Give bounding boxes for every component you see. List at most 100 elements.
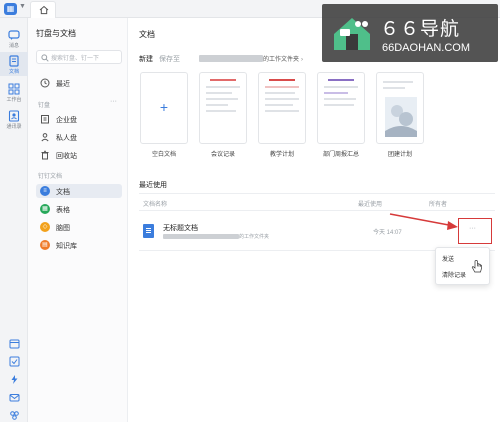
user-folder-icon bbox=[41, 133, 49, 142]
rail-bottom-more[interactable] bbox=[0, 410, 28, 421]
page-title: 文档 bbox=[139, 30, 155, 39]
rail-bottom-ding[interactable] bbox=[0, 374, 28, 385]
sidebar-item-private-drive[interactable]: 私人盘 bbox=[36, 130, 122, 144]
template-teaching-plan[interactable]: 教学计划 bbox=[258, 72, 306, 158]
rail-label: 工作台 bbox=[6, 97, 22, 103]
annotation-highlight-box bbox=[458, 218, 492, 244]
menu-item-send[interactable]: 发送 bbox=[442, 254, 454, 263]
sidebar-item-label: 知识库 bbox=[56, 243, 77, 250]
sidebar-item-label: 私人盘 bbox=[56, 135, 77, 142]
column-header-name[interactable]: 文档名称 bbox=[143, 199, 167, 208]
rail-item-docs[interactable]: 文档 bbox=[0, 52, 28, 76]
template-card bbox=[258, 72, 306, 144]
template-team-building[interactable]: 团建计划 bbox=[376, 72, 424, 158]
sidebar-item-recent[interactable]: 最近 bbox=[36, 76, 122, 90]
template-preview-line bbox=[324, 92, 348, 94]
rail-bottom-calendar[interactable] bbox=[0, 338, 28, 349]
home-icon bbox=[39, 5, 49, 15]
sidebar-item-label: 企业盘 bbox=[56, 117, 77, 124]
sidebar-group-docs: 钉钉文档 bbox=[38, 174, 63, 180]
rail-bottom-mail[interactable] bbox=[0, 392, 28, 403]
search-input[interactable]: 搜索钉盘、钉一下 bbox=[36, 50, 122, 64]
calendar-icon bbox=[9, 339, 19, 349]
save-location-text: 的工作文件夹 bbox=[263, 57, 300, 63]
contacts-icon bbox=[8, 110, 20, 122]
template-name: 会议记录 bbox=[210, 152, 235, 158]
template-preview-line bbox=[265, 110, 299, 112]
divider bbox=[139, 193, 495, 194]
template-preview-line bbox=[324, 98, 356, 100]
row-doc-name[interactable]: 无标题文档 bbox=[163, 223, 198, 233]
mail-icon bbox=[9, 394, 19, 402]
sidebar-item-label: 文档 bbox=[56, 189, 70, 196]
template-blank[interactable]: + 空白文档 bbox=[140, 72, 188, 158]
template-preview-line bbox=[206, 86, 240, 88]
sidebar-item-docs[interactable]: ≡ 文档 bbox=[36, 184, 122, 198]
mindmap-type-icon: ◇ bbox=[40, 222, 50, 232]
template-name: 团建计划 bbox=[387, 152, 412, 158]
new-label: 新建 bbox=[139, 56, 153, 63]
search-icon bbox=[41, 54, 49, 62]
sidebar-item-sheets[interactable]: ▦ 表格 bbox=[36, 202, 122, 216]
plus-icon: + bbox=[159, 99, 169, 115]
building-icon bbox=[41, 115, 49, 124]
template-card bbox=[199, 72, 247, 144]
sidebar-item-label: 回收站 bbox=[56, 153, 77, 160]
apps-icon bbox=[9, 411, 19, 420]
template-name: 教学计划 bbox=[269, 152, 294, 158]
sidebar-item-label: 脑图 bbox=[56, 225, 70, 232]
sidebar-item-enterprise-drive[interactable]: 企业盘 bbox=[36, 112, 122, 126]
column-header-time[interactable]: 最近使用 bbox=[358, 199, 382, 208]
sidebar-item-mindmap[interactable]: ◇ 脑图 bbox=[36, 220, 122, 234]
annotation-arrow bbox=[389, 213, 458, 230]
grid-icon bbox=[8, 83, 20, 95]
sidebar-title: 钉盘与文档 bbox=[36, 29, 76, 38]
tab-home[interactable] bbox=[30, 1, 56, 18]
rail-label: 文档 bbox=[8, 69, 19, 75]
template-preview-line bbox=[324, 86, 358, 88]
lightning-icon bbox=[11, 375, 17, 384]
save-location-link[interactable]: 的工作文件夹 › bbox=[263, 54, 303, 63]
redacted-text bbox=[163, 234, 239, 239]
redacted-text bbox=[199, 55, 263, 62]
sidebar-item-label: 最近 bbox=[56, 81, 70, 88]
rail-item-workbench[interactable]: 工作台 bbox=[0, 80, 28, 104]
template-name: 空白文档 bbox=[151, 152, 176, 158]
template-preview-line bbox=[206, 92, 232, 94]
rail-item-messages[interactable]: 消息 bbox=[0, 26, 28, 50]
chevron-down-icon[interactable]: ▼ bbox=[19, 3, 26, 10]
rail-item-contacts[interactable]: 通讯录 bbox=[0, 107, 28, 131]
watermark-url: 66DAOHAN.COM bbox=[382, 42, 471, 54]
rail-bottom-todo[interactable] bbox=[0, 356, 28, 367]
sheet-type-icon: ▦ bbox=[40, 204, 50, 214]
recent-section-title: 最近使用 bbox=[139, 182, 167, 189]
template-preview-line bbox=[265, 98, 299, 100]
template-preview-image bbox=[385, 97, 417, 137]
search-placeholder: 搜索钉盘、钉一下 bbox=[51, 56, 100, 62]
template-preview-header bbox=[210, 79, 236, 81]
template-preview-header bbox=[269, 79, 295, 81]
template-weekly-report[interactable]: 部门周报汇总 bbox=[317, 72, 365, 158]
document-file-icon bbox=[143, 224, 154, 238]
house-logo-icon bbox=[334, 18, 370, 50]
menu-item-clear-record[interactable]: 清除记录 bbox=[442, 270, 466, 279]
doc-type-icon: ≡ bbox=[40, 186, 50, 196]
sidebar-item-label: 表格 bbox=[56, 207, 70, 214]
rail-label: 通讯录 bbox=[6, 124, 22, 130]
template-preview-line bbox=[206, 98, 238, 100]
chevron-right-icon: › bbox=[301, 57, 304, 63]
sidebar-item-knowledge-base[interactable]: ▤ 知识库 bbox=[36, 238, 122, 252]
app-menu-icon[interactable]: ▦ bbox=[4, 3, 17, 15]
left-rail: 消息 文档 工作台 通讯录 bbox=[0, 18, 28, 422]
hand-cursor-icon bbox=[471, 260, 482, 273]
more-icon[interactable]: ··· bbox=[110, 98, 117, 105]
site-watermark: ６６导航 66DAOHAN.COM bbox=[322, 4, 498, 62]
column-header-owner[interactable]: 所有者 bbox=[429, 199, 447, 208]
template-preview-header bbox=[328, 79, 354, 81]
template-meeting-notes[interactable]: 会议记录 bbox=[199, 72, 247, 158]
chat-icon bbox=[8, 30, 20, 40]
trash-icon bbox=[41, 150, 49, 160]
book-icon: ▤ bbox=[40, 240, 50, 250]
template-preview-line bbox=[265, 104, 293, 106]
sidebar-item-trash[interactable]: 回收站 bbox=[36, 148, 122, 162]
